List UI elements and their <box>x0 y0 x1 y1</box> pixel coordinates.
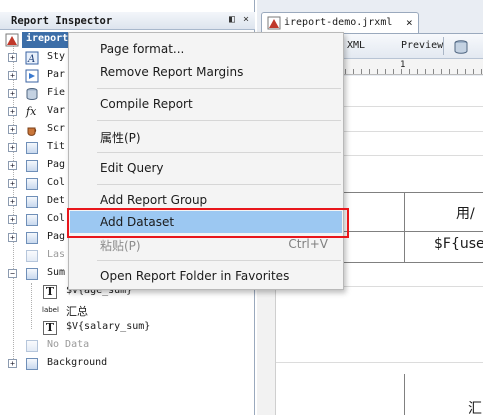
expander-icon[interactable]: + <box>8 359 17 368</box>
expander-icon[interactable]: + <box>8 53 17 62</box>
menu-item-compile-report[interactable]: Compile Report <box>70 93 342 115</box>
tree-item-label: Det <box>47 195 66 206</box>
scriptlets-icon <box>27 127 37 136</box>
detail-cell-text[interactable]: $F{use <box>434 236 483 252</box>
menu-item-label: Open Report Folder in Favorites <box>100 269 290 283</box>
parameters-icon <box>25 69 39 83</box>
tree-item-label: Sty <box>47 51 66 62</box>
tree-item-textfield[interactable]: T $V{salary_sum} <box>0 319 255 337</box>
document-tab-label: ireport-demo.jrxml <box>284 17 393 28</box>
tree-item-label: Background <box>47 357 108 368</box>
expander-icon[interactable]: + <box>8 197 17 206</box>
band-icon <box>26 268 38 280</box>
expander-icon[interactable]: + <box>8 107 17 116</box>
tree-item-background-band[interactable]: + Background <box>0 355 255 373</box>
tree-item-label: 汇总 <box>66 305 88 318</box>
menu-item-remove-margins[interactable]: Remove Report Margins <box>70 61 342 83</box>
tree-item-label: Pag <box>47 231 66 242</box>
summary-cell-text[interactable]: 汇 <box>468 398 482 418</box>
expander-icon[interactable]: + <box>8 215 17 224</box>
expander-icon[interactable]: + <box>8 125 17 134</box>
label-icon: label <box>42 306 59 314</box>
svg-text:A: A <box>27 54 35 65</box>
tree-item-label: Scr <box>47 123 66 134</box>
tree-item-label: Par <box>47 69 66 80</box>
tree-item-label: No Data <box>47 339 90 350</box>
menu-item-label: 属性(P) <box>100 131 141 145</box>
menu-separator <box>97 88 341 89</box>
report-icon <box>267 16 281 30</box>
band-icon <box>26 178 38 190</box>
tree-item-no-data-band[interactable]: No Data <box>0 337 255 355</box>
expander-icon[interactable]: + <box>8 179 17 188</box>
tree-item-label: Tit <box>47 141 66 152</box>
expander-icon[interactable]: + <box>8 71 17 80</box>
close-icon[interactable]: × <box>240 14 252 26</box>
xml-tab[interactable]: XML <box>347 40 365 51</box>
variables-icon: fx <box>26 105 37 118</box>
tree-item-label: Col <box>47 213 66 224</box>
menu-item-edit-query[interactable]: Edit Query <box>70 157 342 179</box>
menu-item-open-report-folder[interactable]: Open Report Folder in Favorites <box>70 265 342 287</box>
menu-item-label: Compile Report <box>100 97 193 111</box>
band-icon <box>26 142 38 154</box>
band-icon <box>26 160 38 172</box>
menu-item-properties[interactable]: 属性(P) <box>70 125 342 147</box>
menu-separator <box>97 120 341 121</box>
styles-icon: A <box>25 51 39 65</box>
expander-icon[interactable]: + <box>8 143 17 152</box>
toolbar-separator <box>443 37 444 55</box>
close-tab-icon[interactable]: × <box>406 16 413 29</box>
expander-icon[interactable]: + <box>8 89 17 98</box>
document-tab[interactable]: ireport-demo.jrxml × <box>261 12 419 33</box>
tree-item-label: Las <box>47 249 66 260</box>
report-icon <box>5 33 19 47</box>
expander-icon[interactable]: + <box>8 233 17 242</box>
collapse-icon[interactable]: − <box>8 269 17 278</box>
textfield-icon: T <box>43 285 57 299</box>
expander-icon[interactable]: + <box>8 161 17 170</box>
tree-item-label: Sum <box>47 267 66 278</box>
tree-item-label: Fie <box>47 87 66 98</box>
annotation-highlight-box <box>67 208 349 238</box>
fields-icon <box>26 88 38 100</box>
database-icon[interactable] <box>453 39 469 55</box>
menu-item-label: Remove Report Margins <box>100 65 244 79</box>
menu-item-label: Page format... <box>100 42 185 56</box>
menu-item-label: Add Report Group <box>100 193 208 207</box>
minimize-icon[interactable]: ◧ <box>226 14 238 26</box>
band-line <box>276 362 483 363</box>
menu-separator <box>97 260 341 261</box>
header-cell-text[interactable]: 用/ <box>456 203 475 223</box>
inspector-title: Report Inspector <box>11 15 113 27</box>
textfield-icon: T <box>43 321 57 335</box>
menu-item-label: 粘贴(P) <box>100 239 141 253</box>
cell-divider <box>404 192 405 262</box>
cell-divider <box>404 374 405 415</box>
inspector-header: Report Inspector ◧ × <box>0 12 255 30</box>
tree-item-label: Pag <box>47 159 66 170</box>
tree-item-label: Col <box>47 177 66 188</box>
context-menu: Page format... Remove Report Margins Com… <box>68 32 344 290</box>
band-icon <box>26 340 38 352</box>
preview-tab[interactable]: Preview <box>401 40 443 51</box>
menu-item-shortcut: Ctrl+V <box>288 237 328 251</box>
band-icon <box>26 250 38 262</box>
tree-item-label: Var <box>47 105 66 116</box>
band-icon <box>26 358 38 370</box>
band-icon <box>26 232 38 244</box>
menu-separator <box>97 184 341 185</box>
tree-item-label-element[interactable]: label 汇总 <box>0 301 255 319</box>
menu-item-label: Edit Query <box>100 161 164 175</box>
tree-item-label: $V{salary_sum} <box>66 321 151 332</box>
root-label: ireport <box>26 33 69 44</box>
menu-item-page-format[interactable]: Page format... <box>70 38 342 60</box>
menu-separator <box>97 152 341 153</box>
band-icon <box>26 196 38 208</box>
band-icon <box>26 214 38 226</box>
